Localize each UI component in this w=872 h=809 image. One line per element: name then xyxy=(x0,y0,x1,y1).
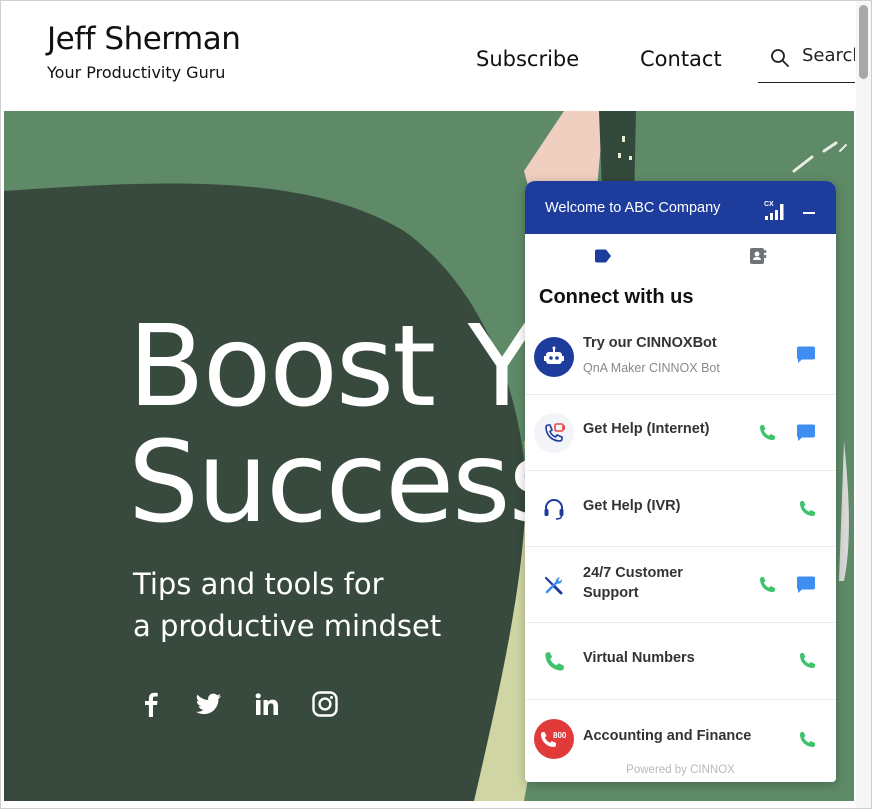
facebook-icon[interactable] xyxy=(132,685,169,722)
search-input[interactable]: Search xyxy=(758,39,855,83)
list-item-cinnoxbot[interactable]: Try our CINNOXBot QnA Maker CINNOX Bot xyxy=(525,319,836,395)
social-links xyxy=(132,685,343,722)
hero-heading-line2: Success xyxy=(128,418,567,548)
tag-icon xyxy=(595,249,611,263)
signal-badge: CX xyxy=(764,201,774,208)
phone-call-icon[interactable] xyxy=(796,498,818,520)
item-title-line1: 24/7 Customer xyxy=(583,565,683,581)
chat-icon[interactable] xyxy=(795,344,817,366)
item-subtitle: QnA Maker CINNOX Bot xyxy=(583,361,720,375)
hero-sub-line2: a productive mindset xyxy=(133,609,442,643)
web-call-icon xyxy=(534,413,574,453)
tools-icon xyxy=(534,565,574,605)
page: Jeff Sherman Your Productivity Guru Subs… xyxy=(0,0,872,809)
twitter-icon[interactable] xyxy=(190,685,227,722)
phone-call-icon[interactable] xyxy=(796,650,818,672)
scrollbar-thumb[interactable] xyxy=(859,5,868,79)
headset-icon xyxy=(534,489,574,529)
instagram-icon[interactable] xyxy=(306,685,343,722)
bot-icon xyxy=(534,337,574,377)
widget-header: Welcome to ABC Company CX xyxy=(525,181,836,234)
site-header: Jeff Sherman Your Productivity Guru Subs… xyxy=(1,1,855,111)
item-title-line2: Support xyxy=(583,585,639,601)
powered-by[interactable]: Powered by CINNOX xyxy=(525,763,836,782)
list-item-virtual-numbers[interactable]: Virtual Numbers xyxy=(525,624,836,700)
chat-icon[interactable] xyxy=(795,574,817,596)
signal-icon: CX xyxy=(764,201,784,220)
contact-book-icon xyxy=(750,248,767,264)
search-icon xyxy=(771,49,789,67)
item-title: Get Help (IVR) xyxy=(583,498,681,514)
widget-tabs xyxy=(525,234,836,276)
item-title: Virtual Numbers xyxy=(583,650,695,666)
item-title: Try our CINNOXBot xyxy=(583,335,717,351)
hero-heading: Boost Y Success xyxy=(128,302,567,548)
site-tagline: Your Productivity Guru xyxy=(47,63,226,82)
chat-icon[interactable] xyxy=(795,422,817,444)
connect-heading: Connect with us xyxy=(539,286,694,308)
tab-channels[interactable] xyxy=(583,242,623,270)
phone-call-icon[interactable] xyxy=(796,729,818,751)
item-title: 24/7 Customer Support xyxy=(583,563,683,603)
minimize-button[interactable] xyxy=(801,203,817,217)
toll-free-800-icon: 800 xyxy=(534,719,574,759)
hero-sub-line1: Tips and tools for xyxy=(133,567,384,601)
nav-subscribe-link[interactable]: Subscribe xyxy=(476,47,579,71)
chat-widget: Welcome to ABC Company CX Connect with u… xyxy=(525,181,836,782)
list-item-get-help-ivr[interactable]: Get Help (IVR) xyxy=(525,471,836,547)
site-title[interactable]: Jeff Sherman xyxy=(47,21,241,57)
widget-title: Welcome to ABC Company xyxy=(545,200,721,216)
hero-subheading: Tips and tools for a productive mindset xyxy=(133,563,441,647)
list-item-get-help-internet[interactable]: Get Help (Internet) xyxy=(525,395,836,471)
phone-call-icon[interactable] xyxy=(756,574,778,596)
list-item-customer-support[interactable]: 24/7 Customer Support xyxy=(525,547,836,623)
phone-icon xyxy=(534,642,574,682)
item-title: Get Help (Internet) xyxy=(583,421,710,437)
toll-free-badge: 800 xyxy=(553,731,567,740)
nav-contact-link[interactable]: Contact xyxy=(640,47,722,71)
hero-heading-line1: Boost Y xyxy=(128,302,536,432)
linkedin-icon[interactable] xyxy=(248,685,285,722)
search-placeholder: Search xyxy=(802,45,855,66)
page-scrollbar[interactable] xyxy=(856,1,871,808)
item-title: Accounting and Finance xyxy=(583,728,752,744)
phone-call-icon[interactable] xyxy=(756,422,778,444)
tab-contacts[interactable] xyxy=(738,242,778,270)
